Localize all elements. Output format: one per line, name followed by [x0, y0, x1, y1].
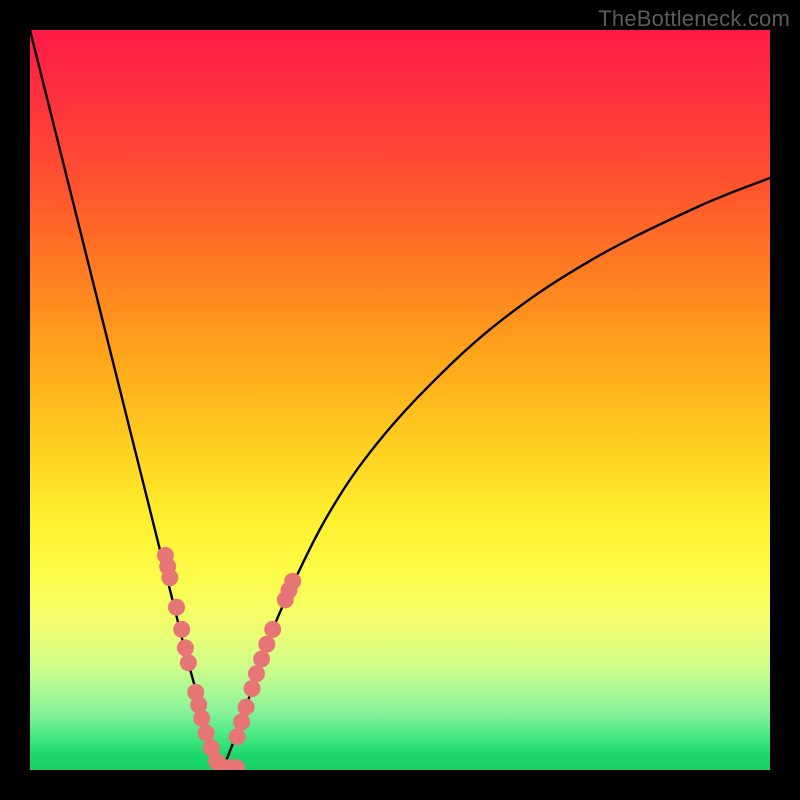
curve-paths	[30, 30, 770, 770]
annotation-dots	[157, 547, 301, 770]
curve-right-branch	[222, 178, 770, 770]
annotation-dot	[229, 728, 246, 745]
watermark-text: TheBottleneck.com	[598, 6, 790, 32]
annotation-dot	[264, 621, 281, 638]
annotation-dot	[244, 680, 261, 697]
annotation-dot	[177, 639, 194, 656]
annotation-dot	[253, 651, 270, 668]
annotation-dot	[284, 573, 301, 590]
annotation-dot	[161, 569, 178, 586]
annotation-dot	[258, 636, 275, 653]
annotation-dot	[193, 710, 210, 727]
plot-area	[30, 30, 770, 770]
annotation-dot	[173, 621, 190, 638]
annotation-dot	[233, 713, 250, 730]
chart-root: TheBottleneck.com	[0, 0, 800, 800]
annotation-dot	[248, 665, 265, 682]
annotation-dot	[198, 725, 215, 742]
annotation-dot	[180, 654, 197, 671]
annotation-dot	[168, 599, 185, 616]
annotation-dot	[238, 699, 255, 716]
curve-layer	[30, 30, 770, 770]
